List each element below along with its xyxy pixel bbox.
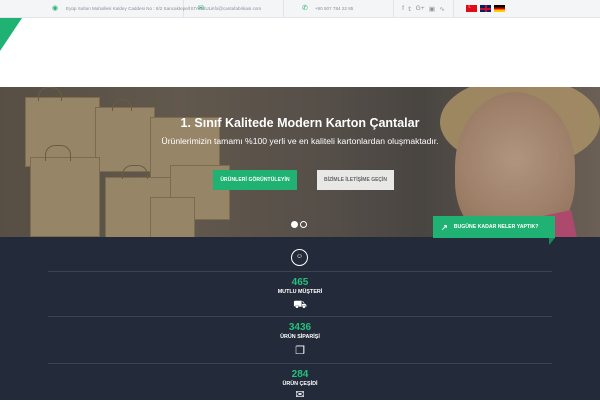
stat-value: 284	[291, 369, 309, 380]
phone-icon: ✆	[302, 5, 308, 12]
location-pin-icon: ◉	[52, 5, 59, 12]
flag-en-icon[interactable]	[480, 5, 491, 12]
achievements-tab-label: BUGÜNE KADAR NELER YAPTIK?	[453, 224, 539, 230]
truck-icon: ⛟	[293, 299, 307, 311]
address-text: Eyüp Sultan Mahallesi Kaldey Caddesi No …	[66, 6, 212, 11]
facebook-icon[interactable]: f	[402, 5, 404, 12]
stat-label: ÜRÜN ÇEŞİDİ	[282, 381, 318, 387]
flag-de-icon[interactable]	[494, 5, 505, 12]
hero-title: 1. Sınıf Kalitede Modern Karton Çantalar	[180, 116, 420, 130]
stat-label: ÜRÜN SİPARİŞİ	[280, 334, 320, 340]
chart-line-icon: ↗	[441, 222, 448, 232]
divider	[48, 316, 552, 317]
box-icon: ❐	[295, 345, 305, 357]
instagram-icon[interactable]: ▣	[429, 5, 435, 13]
twitter-icon[interactable]: 𝕥	[408, 5, 411, 13]
top-info-bar: ◉ Eyüp Sultan Mahallesi Kaldey Caddesi N…	[0, 0, 600, 18]
tab-notch	[549, 238, 555, 245]
slider-dots	[291, 221, 307, 228]
site-header	[0, 18, 600, 87]
logo[interactable]	[0, 18, 22, 51]
contact-us-button[interactable]: BİZİMLE İLETİŞİME GEÇİN	[317, 170, 394, 190]
view-products-button[interactable]: ÜRÜNLERİ GÖRÜNTÜLEYİN	[213, 170, 297, 190]
stat-value: 465	[291, 277, 309, 288]
email-link[interactable]: info@cantafabrikasi.com	[211, 6, 261, 11]
slider-dot-1[interactable]	[291, 221, 298, 228]
achievements-tab[interactable]: ↗ BUGÜNE KADAR NELER YAPTIK?	[433, 216, 555, 238]
flag-tr-icon[interactable]	[466, 5, 477, 12]
rss-icon[interactable]: ∿	[439, 5, 444, 13]
language-switcher	[454, 5, 505, 12]
phone-link[interactable]: +90 507 784 22 85	[315, 6, 353, 11]
hero-overlay	[0, 87, 600, 237]
slider-dot-2[interactable]	[300, 221, 307, 228]
hero-subtitle: Ürünlerimizin tamamı %100 yerli ve en ka…	[161, 136, 439, 146]
stat-value: 3436	[288, 322, 312, 333]
google-plus-icon[interactable]: G+	[416, 5, 425, 12]
stats-section: ☺ 465 MUTLU MÜŞTERİ ⛟ 3436 ÜRÜN SİPARİŞİ…	[0, 237, 600, 401]
smile-icon: ☺	[291, 249, 308, 266]
social-links: f 𝕥 G+ ▣ ∿	[394, 0, 454, 18]
divider	[48, 363, 552, 364]
address-item: ◉ Eyüp Sultan Mahallesi Kaldey Caddesi N…	[0, 0, 211, 18]
stat-label: MUTLU MÜŞTERİ	[277, 289, 323, 295]
phone-item[interactable]: ✆ +90 507 784 22 85	[284, 0, 394, 18]
divider	[48, 271, 552, 272]
hero-slider: 1. Sınıf Kalitede Modern Karton Çantalar…	[0, 87, 600, 237]
